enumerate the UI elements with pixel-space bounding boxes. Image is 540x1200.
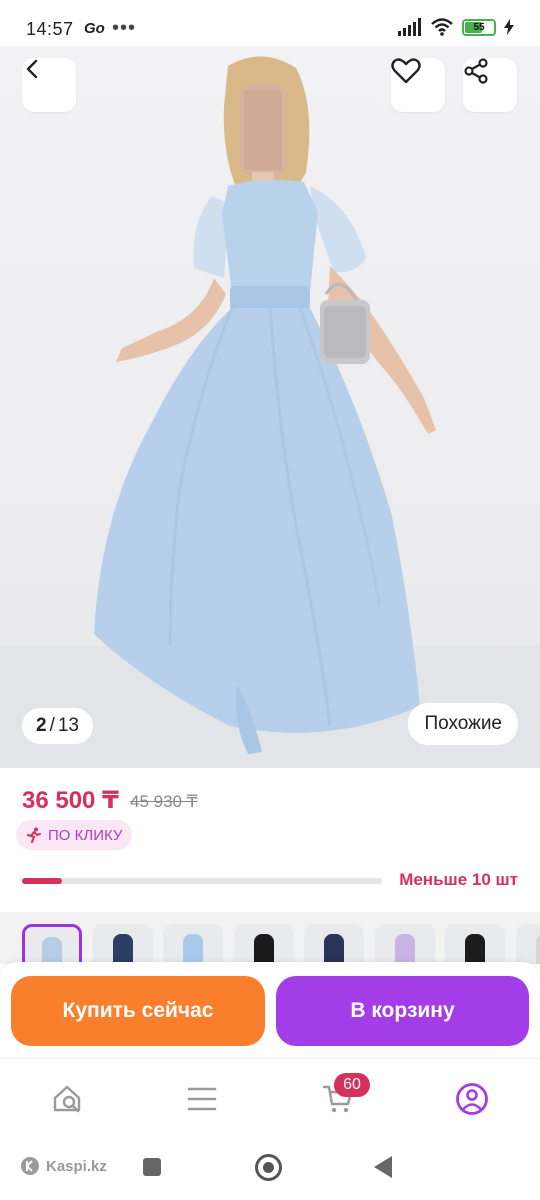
thumbnail-strip[interactable] — [0, 912, 540, 964]
stock-label: Меньше 10 шт — [399, 870, 518, 889]
recent-apps-button[interactable] — [143, 1158, 161, 1176]
thumbnail-dress — [394, 934, 415, 964]
thumbnail-2[interactable] — [92, 924, 153, 964]
menu-icon — [187, 1087, 217, 1111]
thumbnail-dress — [535, 934, 540, 964]
status-indicators: 55 — [398, 18, 514, 36]
nav-profile[interactable] — [452, 1079, 492, 1119]
action-bar: Купить сейчас В корзину — [0, 962, 540, 1058]
thumbnail-dress — [253, 934, 274, 964]
add-to-cart-button[interactable]: В корзину — [276, 976, 529, 1046]
share-button[interactable] — [463, 58, 517, 112]
chevron-left-icon — [26, 59, 38, 79]
one-click-label: ПО КЛИКУ — [48, 826, 123, 844]
similar-button[interactable]: Похожие — [408, 703, 518, 745]
cart-count-badge: 60 — [334, 1073, 370, 1097]
thumbnail-6[interactable] — [374, 924, 435, 964]
product-photo — [0, 56, 540, 768]
thumbnail-dress — [42, 937, 62, 964]
stock-progress — [22, 878, 382, 884]
buy-now-button[interactable]: Купить сейчас — [11, 976, 265, 1046]
image-total: 13 — [57, 715, 79, 736]
running-person-icon — [27, 827, 41, 843]
wifi-icon — [431, 18, 453, 36]
favorite-button[interactable] — [391, 58, 445, 112]
thumbnail-4[interactable] — [233, 924, 294, 964]
kaspi-logo-icon — [21, 1157, 39, 1175]
status-time: 14:57 — [26, 19, 74, 39]
image-counter: 2 / 13 — [22, 708, 93, 744]
signal-icon — [398, 18, 421, 36]
stock-progress-fill — [22, 878, 62, 884]
system-navigation: Kaspi.kz — [0, 1136, 540, 1200]
charging-icon — [504, 19, 514, 35]
nav-search[interactable] — [48, 1079, 88, 1119]
share-icon — [464, 58, 488, 84]
bottom-navigation: 60 — [0, 1058, 540, 1136]
status-bar: 14:57 Go ••• 55 — [0, 0, 540, 46]
thumbnail-1[interactable] — [22, 924, 82, 964]
thumbnail-7[interactable] — [445, 924, 505, 964]
heart-icon — [391, 58, 421, 84]
home-button[interactable] — [255, 1154, 282, 1181]
thumbnail-5[interactable] — [304, 924, 364, 964]
thumbnail-dress — [324, 934, 344, 964]
price-block: 36 500 ₸ 45 930 ₸ ПО КЛИКУ Меньше 10 шт — [0, 768, 540, 910]
product-image-gallery[interactable]: 2 / 13 Похожие — [0, 46, 540, 768]
back-button[interactable] — [22, 58, 76, 112]
thumbnail-dress — [183, 934, 203, 964]
thumbnail-dress — [465, 934, 485, 964]
thumbnail-8[interactable] — [515, 924, 540, 964]
old-price: 45 930 ₸ — [130, 792, 198, 811]
search-icon — [53, 1085, 81, 1113]
nav-catalog[interactable] — [182, 1079, 222, 1119]
kaspi-logo: Kaspi.kz — [20, 1156, 107, 1176]
image-current: 2 — [36, 715, 47, 736]
one-click-badge[interactable]: ПО КЛИКУ — [16, 820, 133, 850]
price: 36 500 ₸ — [22, 787, 119, 814]
image-separator: / — [49, 715, 55, 736]
thumbnail-dress — [112, 934, 133, 964]
back-nav-button[interactable] — [374, 1156, 392, 1178]
thumbnail-3[interactable] — [163, 924, 223, 964]
battery-level: 55 — [473, 21, 485, 33]
kaspi-brand: Kaspi.kz — [46, 1157, 107, 1175]
go-app-icon: Go — [84, 20, 105, 37]
profile-icon — [456, 1083, 488, 1115]
more-notifications-icon: ••• — [112, 17, 137, 39]
battery-icon: 55 — [462, 18, 496, 36]
